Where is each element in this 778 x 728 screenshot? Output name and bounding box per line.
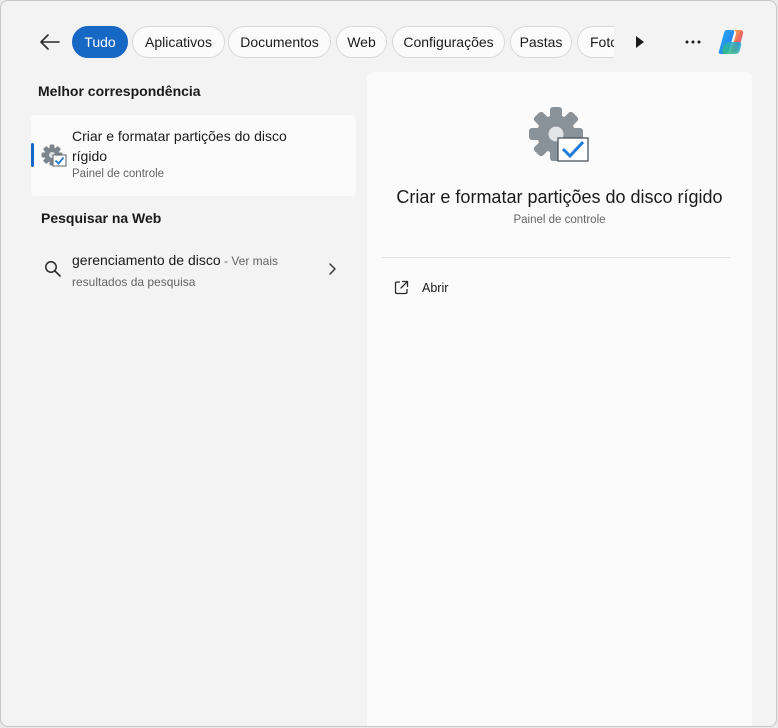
selection-indicator: [31, 143, 34, 167]
back-button[interactable]: [35, 28, 65, 56]
chip-label: Web: [347, 34, 376, 50]
play-triangle-icon: [636, 36, 644, 48]
best-match-subtitle: Painel de controle: [72, 168, 165, 180]
copilot-button[interactable]: [715, 27, 749, 57]
chip-label: Tudo: [84, 34, 116, 50]
web-search-result[interactable]: gerenciamento de disco - Ver mais result…: [31, 237, 356, 299]
chip-web[interactable]: Web: [336, 26, 387, 58]
best-match-title: Criar e formatar partições do disco rígi…: [72, 128, 287, 164]
detail-subtitle: Painel de controle: [513, 214, 606, 226]
best-match-result[interactable]: Criar e formatar partições do disco rígi…: [31, 115, 356, 196]
best-match-heading: Melhor correspondência: [38, 83, 201, 99]
chip-label: Aplicativos: [145, 34, 212, 50]
gear-checkbox-icon: [41, 144, 67, 168]
filter-chips: Tudo Aplicativos Documentos Web Configur…: [72, 26, 614, 60]
chip-label: Pastas: [519, 34, 563, 50]
more-options-button[interactable]: [681, 31, 705, 53]
detail-title: Criar e formatar partições do disco rígi…: [396, 187, 723, 207]
chip-label: Documentos: [240, 34, 319, 50]
chip-pastas[interactable]: Pastas: [510, 26, 572, 58]
chip-aplicativos[interactable]: Aplicativos: [132, 26, 225, 58]
filter-bar: Tudo Aplicativos Documentos Web Configur…: [1, 1, 776, 71]
search-icon: [44, 260, 62, 278]
open-action-label: Abrir: [422, 281, 449, 295]
search-window: Tudo Aplicativos Documentos Web Configur…: [0, 0, 777, 727]
chip-configuracoes[interactable]: Configurações: [392, 26, 505, 58]
chip-tudo[interactable]: Tudo: [72, 26, 128, 58]
copilot-logo-icon: [718, 30, 744, 54]
open-action-button[interactable]: Abrir: [382, 272, 731, 304]
divider: [382, 257, 731, 258]
gear-checkbox-icon: [528, 106, 592, 166]
web-search-text: gerenciamento de disco - Ver mais result…: [72, 250, 317, 292]
web-search-heading: Pesquisar na Web: [41, 210, 162, 226]
chevron-right-icon[interactable]: [326, 261, 338, 277]
more-filters-button[interactable]: [629, 31, 651, 53]
chip-label: Fotc: [590, 34, 614, 50]
arrow-left-icon: [40, 34, 60, 50]
ellipsis-icon: [685, 40, 701, 44]
chip-documentos[interactable]: Documentos: [228, 26, 331, 58]
open-external-icon: [394, 280, 409, 295]
detail-panel: Criar e formatar partições do disco rígi…: [367, 72, 752, 726]
chip-fotos[interactable]: Fotc: [577, 26, 614, 58]
web-search-query: gerenciamento de disco: [72, 252, 221, 268]
chip-label: Configurações: [403, 34, 494, 50]
